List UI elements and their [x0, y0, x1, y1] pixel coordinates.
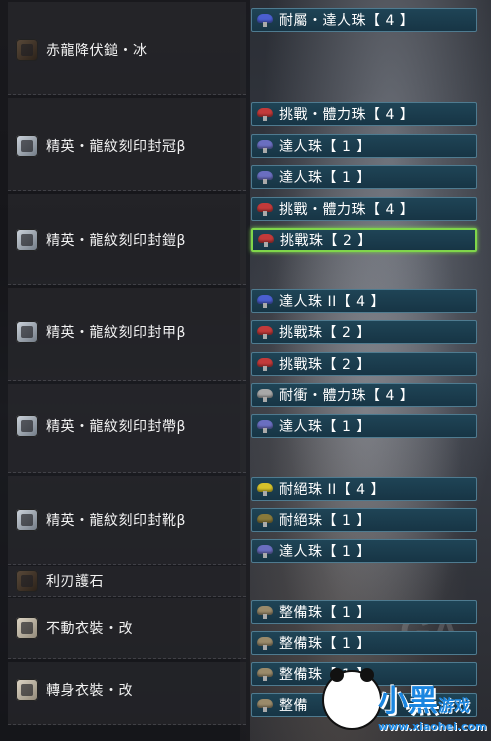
decoration-slot[interactable]: 整備珠【 1 】	[251, 631, 477, 655]
decoration-slot[interactable]: 達人珠【 1 】	[251, 165, 477, 189]
logo-url: www.xiaohei.com	[378, 720, 487, 733]
decoration-slot[interactable]: 達人珠【 1 】	[251, 539, 477, 563]
decoration-gem-icon	[257, 636, 273, 650]
decoration-slot[interactable]: 整備珠【 1 】	[251, 600, 477, 624]
decoration-label: 達人珠【 1 】	[279, 139, 371, 155]
equipment-helmet[interactable]: 精英・龍紋刻印封冠β	[16, 134, 186, 158]
mantle-icon	[16, 679, 38, 701]
equipment-name: 轉身衣裝・改	[46, 683, 133, 699]
waist-armor-icon	[16, 415, 38, 437]
decoration-label: 耐衝・體力珠【 4 】	[279, 388, 415, 404]
equipment-mantle-1[interactable]: 不動衣裝・改	[16, 616, 133, 640]
decoration-label: 達人珠【 1 】	[279, 170, 371, 186]
decoration-slot[interactable]: 挑戰珠【 2 】	[251, 352, 477, 376]
decoration-slot[interactable]: 達人珠【 1 】	[251, 414, 477, 438]
equipment-name: 利刃護石	[46, 574, 104, 590]
decoration-label: 整備珠【 1 】	[279, 636, 371, 652]
decoration-label: 整備	[279, 698, 308, 714]
decoration-slot[interactable]: 挑戰珠【 2 】	[251, 320, 477, 344]
decoration-label: 達人珠【 1 】	[279, 419, 371, 435]
decoration-label: 達人珠 II【 4 】	[279, 294, 386, 310]
equipment-name: 精英・龍紋刻印封鎧β	[46, 233, 186, 249]
decoration-gem-icon	[257, 107, 273, 121]
decoration-gem-icon	[257, 388, 273, 402]
decoration-gem-icon	[257, 325, 273, 339]
decoration-label: 達人珠【 1 】	[279, 544, 371, 560]
equipment-name: 不動衣裝・改	[46, 621, 133, 637]
decoration-gem-icon	[257, 605, 273, 619]
decoration-gem-icon	[257, 357, 273, 371]
logo-main-text: 小黑	[378, 684, 438, 719]
decoration-gem-icon	[258, 233, 274, 247]
decoration-label: 耐絕珠【 1 】	[279, 513, 371, 529]
decoration-slot[interactable]: 耐絕珠 II【 4 】	[251, 477, 477, 501]
decoration-slot[interactable]: 達人珠【 1 】	[251, 134, 477, 158]
site-logo: 小黑 游戏 www.xiaohei.com	[310, 668, 491, 741]
equipment-legs[interactable]: 精英・龍紋刻印封靴β	[16, 508, 186, 532]
equipment-name: 精英・龍紋刻印封甲β	[46, 325, 186, 341]
decoration-gem-icon	[257, 170, 273, 184]
logo-sub-text: 游戏	[438, 696, 471, 715]
decoration-gem-icon	[257, 544, 273, 558]
equipment-name: 赤龍降伏鎚・冰	[46, 43, 148, 59]
equipment-mantle-2[interactable]: 轉身衣裝・改	[16, 678, 133, 702]
decoration-slot[interactable]: 耐絕珠【 1 】	[251, 508, 477, 532]
decoration-gem-icon	[257, 419, 273, 433]
decoration-gem-icon	[257, 294, 273, 308]
equipment-arms[interactable]: 精英・龍紋刻印封甲β	[16, 320, 186, 344]
equipment-name: 精英・龍紋刻印封帶β	[46, 419, 186, 435]
decoration-slot[interactable]: 挑戰・體力珠【 4 】	[251, 102, 477, 126]
mantle-icon	[16, 617, 38, 639]
decoration-gem-icon	[257, 139, 273, 153]
charm-icon	[16, 570, 38, 592]
decoration-label: 耐絕珠 II【 4 】	[279, 482, 386, 498]
great-hammer-icon	[16, 39, 38, 61]
helmet-icon	[16, 135, 38, 157]
decoration-gem-icon	[257, 513, 273, 527]
decoration-gem-icon	[257, 202, 273, 216]
equipment-name: 精英・龍紋刻印封靴β	[46, 513, 186, 529]
panda-mascot-icon	[324, 668, 380, 728]
decoration-slot[interactable]: 挑戰・體力珠【 4 】	[251, 197, 477, 221]
decoration-gem-icon	[257, 13, 273, 27]
decoration-gem-icon	[257, 482, 273, 496]
decoration-label: 耐屬・達人珠【 4 】	[279, 13, 415, 29]
equipment-charm[interactable]: 利刃護石	[16, 569, 104, 593]
decoration-label: 挑戰・體力珠【 4 】	[279, 202, 415, 218]
decoration-slot[interactable]: 達人珠 II【 4 】	[251, 289, 477, 313]
equipment-name: 精英・龍紋刻印封冠β	[46, 139, 186, 155]
chest-armor-icon	[16, 229, 38, 251]
decoration-label: 整備珠【 1 】	[279, 605, 371, 621]
arm-armor-icon	[16, 321, 38, 343]
equipment-weapon[interactable]: 赤龍降伏鎚・冰	[16, 38, 148, 62]
decoration-label: 挑戰珠【 2 】	[279, 357, 371, 373]
decoration-label: 挑戰珠【 2 】	[279, 325, 371, 341]
decoration-slot[interactable]: 耐屬・達人珠【 4 】	[251, 8, 477, 32]
decoration-gem-icon	[257, 698, 273, 712]
decoration-label: 挑戰珠【 2 】	[280, 233, 372, 249]
leg-armor-icon	[16, 509, 38, 531]
decoration-slot[interactable]: 挑戰珠【 2 】	[251, 228, 477, 252]
decoration-slot[interactable]: 耐衝・體力珠【 4 】	[251, 383, 477, 407]
equipment-waist[interactable]: 精英・龍紋刻印封帶β	[16, 414, 186, 438]
decoration-gem-icon	[257, 667, 273, 681]
decoration-label: 挑戰・體力珠【 4 】	[279, 107, 415, 123]
equipment-chest[interactable]: 精英・龍紋刻印封鎧β	[16, 228, 186, 252]
